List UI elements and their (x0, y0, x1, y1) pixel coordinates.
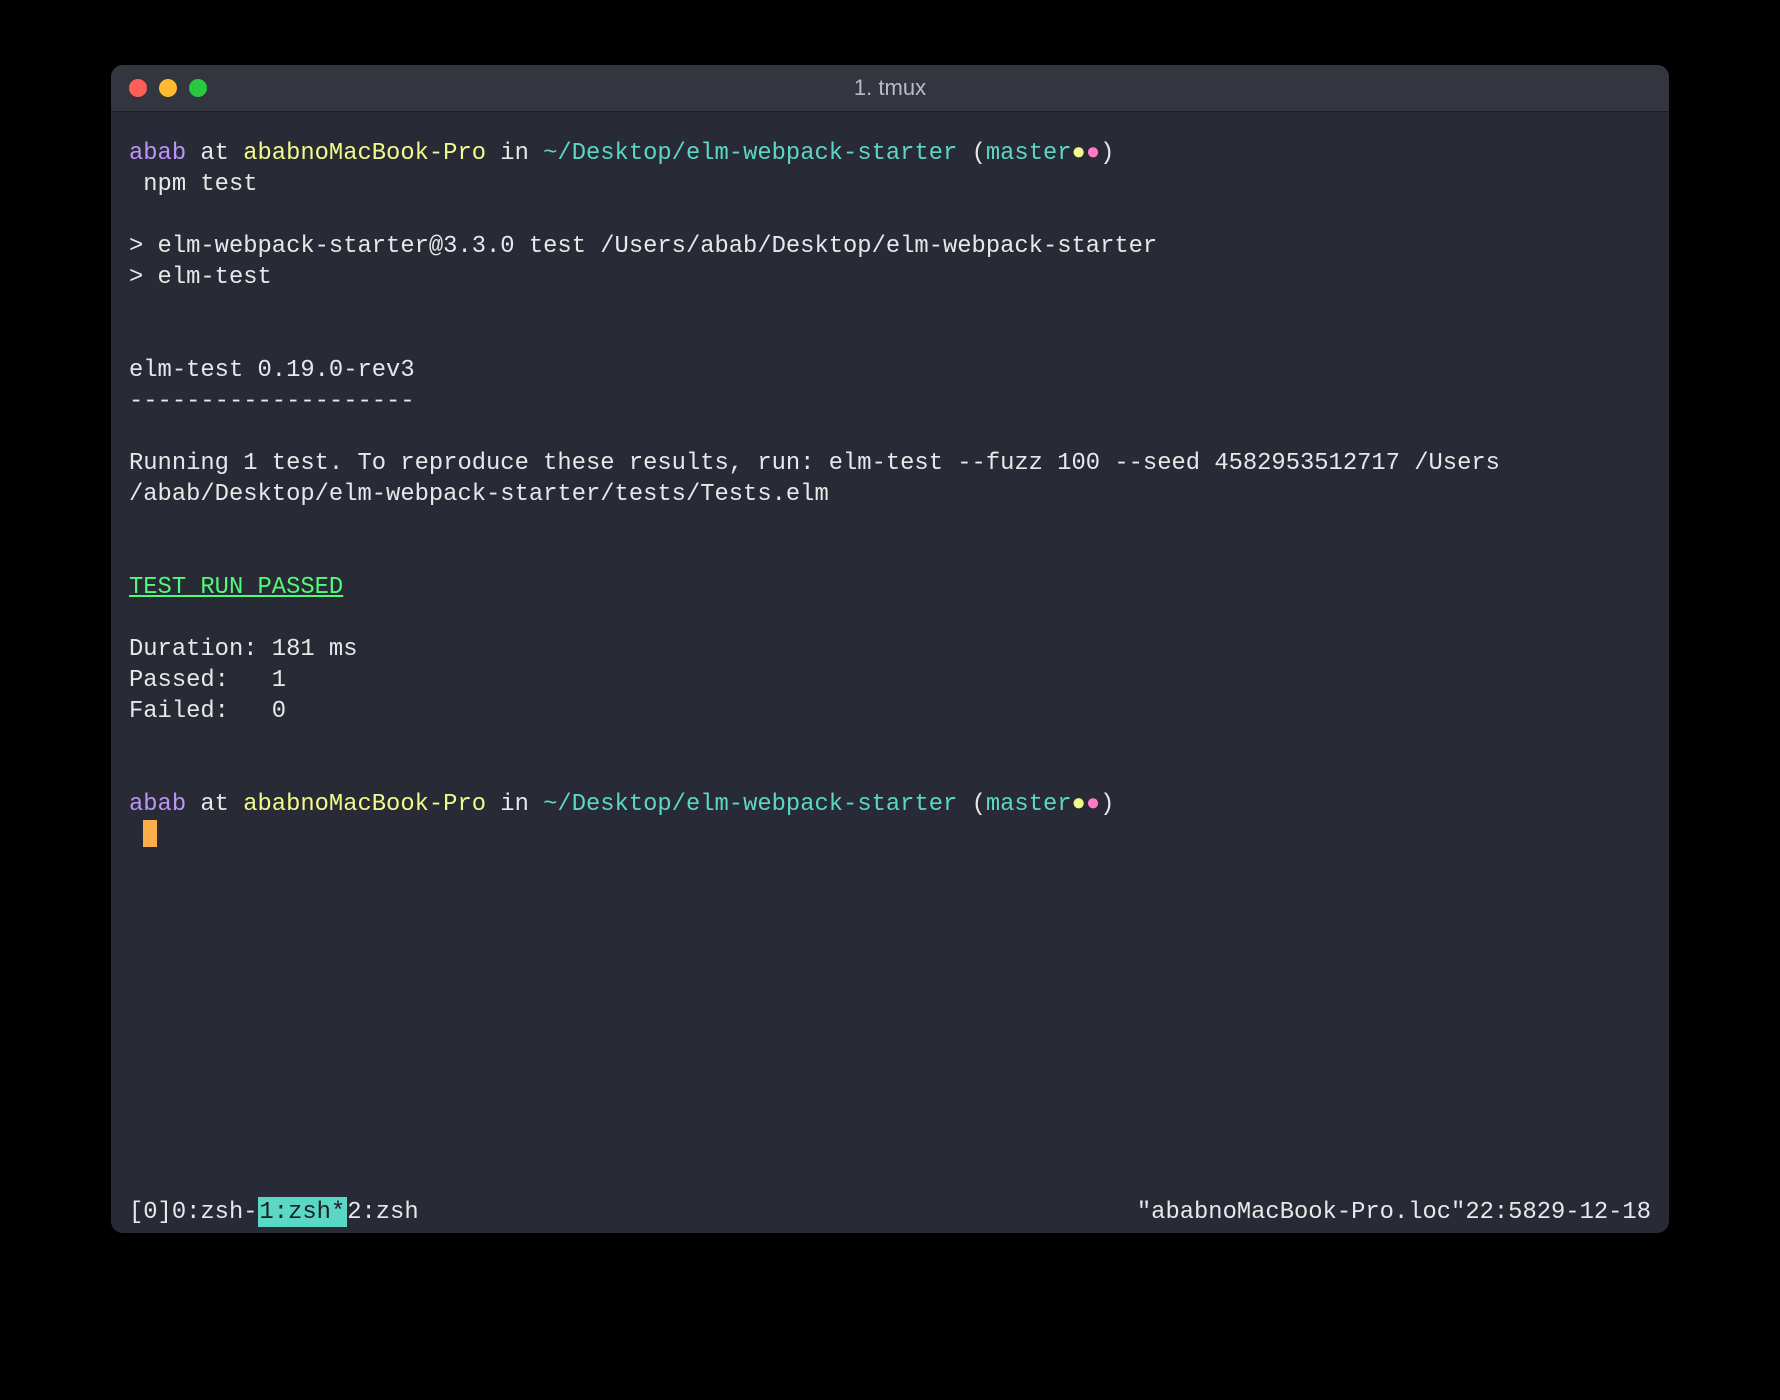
git-status-dot-yellow: ● (1072, 791, 1086, 818)
elm-test-version: elm-test 0.19.0-rev3 (129, 357, 415, 384)
window-title: 1. tmux (854, 75, 926, 101)
running-line: Running 1 test. To reproduce these resul… (129, 450, 1500, 508)
close-icon[interactable] (129, 79, 147, 97)
maximize-icon[interactable] (189, 79, 207, 97)
stat-failed: Failed: 0 (129, 698, 286, 725)
status-left: [0] 0:zsh- 1:zsh* 2:zsh (129, 1197, 419, 1227)
terminal-window: 1. tmux abab at ababnoMacBook-Pro in ~/D… (111, 65, 1669, 1233)
tmux-date: 29-12-18 (1537, 1197, 1651, 1227)
cursor-line-prefix (129, 822, 143, 849)
tmux-window-0[interactable]: 0:zsh- (172, 1197, 258, 1227)
git-status-dot-pink: ● (1086, 140, 1100, 167)
prompt-in: in (486, 140, 543, 167)
status-right: "ababnoMacBook-Pro.loc" 22:58 29-12-18 (1137, 1197, 1651, 1227)
prompt-in: in (486, 791, 543, 818)
traffic-lights (111, 79, 207, 97)
stat-passed: Passed: 1 (129, 667, 286, 694)
prompt-path: ~/Desktop/elm-webpack-starter (543, 791, 957, 818)
tmux-time: 22:58 (1465, 1197, 1536, 1227)
tmux-statusbar: [0] 0:zsh- 1:zsh* 2:zsh "ababnoMacBook-P… (111, 1197, 1669, 1233)
test-result-heading: TEST RUN PASSED (129, 574, 343, 601)
tmux-window-2[interactable]: 2:zsh (347, 1197, 418, 1227)
tmux-window-1-active[interactable]: 1:zsh* (258, 1197, 348, 1227)
terminal-body[interactable]: abab at ababnoMacBook-Pro in ~/Desktop/e… (111, 112, 1669, 1197)
prompt-path: ~/Desktop/elm-webpack-starter (543, 140, 957, 167)
divider: -------------------- (129, 388, 415, 415)
prompt-open-paren: ( (957, 140, 986, 167)
git-branch: master (986, 140, 1072, 167)
npm-output-line: > elm-webpack-starter@3.3.0 test /Users/… (129, 233, 1157, 260)
command-input: npm test (129, 171, 258, 198)
tmux-session: [0] (129, 1197, 172, 1227)
minimize-icon[interactable] (159, 79, 177, 97)
prompt-close-paren: ) (1100, 791, 1114, 818)
stat-duration: Duration: 181 ms (129, 636, 358, 663)
prompt-at: at (186, 791, 243, 818)
prompt-host: ababnoMacBook-Pro (243, 140, 486, 167)
git-status-dot-pink: ● (1086, 791, 1100, 818)
git-branch: master (986, 791, 1072, 818)
prompt-user: abab (129, 791, 186, 818)
prompt-host: ababnoMacBook-Pro (243, 791, 486, 818)
cursor-icon (143, 820, 157, 847)
npm-output-line: > elm-test (129, 264, 272, 291)
prompt-user: abab (129, 140, 186, 167)
prompt-close-paren: ) (1100, 140, 1114, 167)
tmux-hostname: "ababnoMacBook-Pro.loc" (1137, 1197, 1465, 1227)
prompt-open-paren: ( (957, 791, 986, 818)
titlebar[interactable]: 1. tmux (111, 65, 1669, 112)
prompt-at: at (186, 140, 243, 167)
git-status-dot-yellow: ● (1072, 140, 1086, 167)
